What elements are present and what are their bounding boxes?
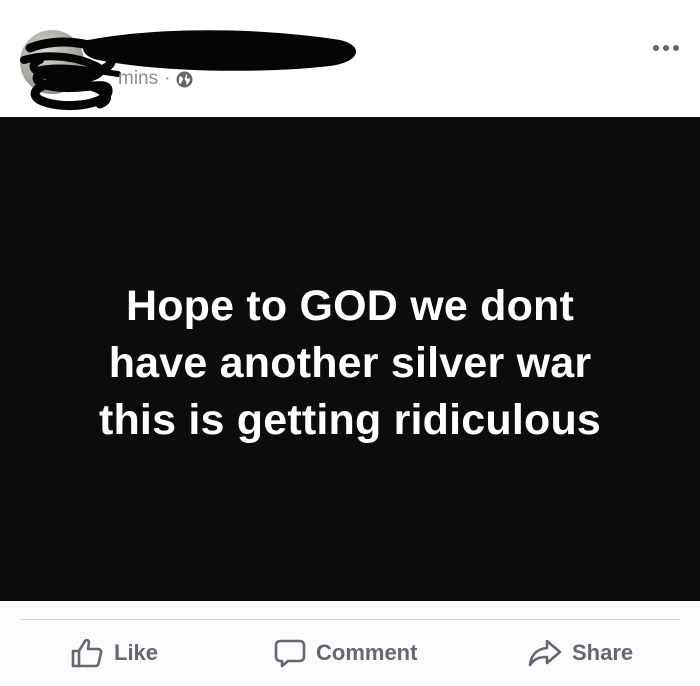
- share-label: Share: [572, 640, 634, 665]
- more-options-dot: [663, 45, 669, 51]
- more-options-icon: [653, 45, 659, 51]
- more-options-dot: [673, 45, 679, 51]
- post-actions-bar: Like Comment Share: [0, 620, 700, 686]
- post-text-line: Hope to GOD we dont: [125, 281, 575, 330]
- like-label: Like: [114, 640, 159, 665]
- post-timestamp[interactable]: mins ·: [118, 68, 193, 90]
- post-text-line: this is getting ridiculous: [98, 395, 602, 444]
- post-header: mins ·: [0, 0, 700, 117]
- comment-button[interactable]: Comment: [274, 636, 417, 670]
- comment-label: Comment: [316, 640, 418, 665]
- post-text: Hope to GOD we dont have another silver …: [30, 278, 670, 449]
- timestamp-text: mins: [118, 68, 159, 89]
- more-options-button[interactable]: [648, 36, 684, 60]
- share-button[interactable]: Share: [528, 636, 633, 670]
- comment-bubble-icon: [274, 639, 306, 668]
- like-button[interactable]: Like: [70, 636, 158, 670]
- share-arrow-icon: [528, 639, 562, 667]
- name-redaction-scribble: [20, 30, 357, 111]
- post-text-line: have another silver war: [108, 338, 592, 387]
- thumbs-up-icon: [71, 638, 103, 668]
- facebook-post: mins · Hope to GOD we dont have another …: [0, 0, 700, 686]
- avatar[interactable]: [20, 30, 84, 94]
- globe-icon: [176, 71, 193, 87]
- timestamp-separator: ·: [164, 68, 171, 89]
- post-text-background: Hope to GOD we dont have another silver …: [0, 117, 700, 601]
